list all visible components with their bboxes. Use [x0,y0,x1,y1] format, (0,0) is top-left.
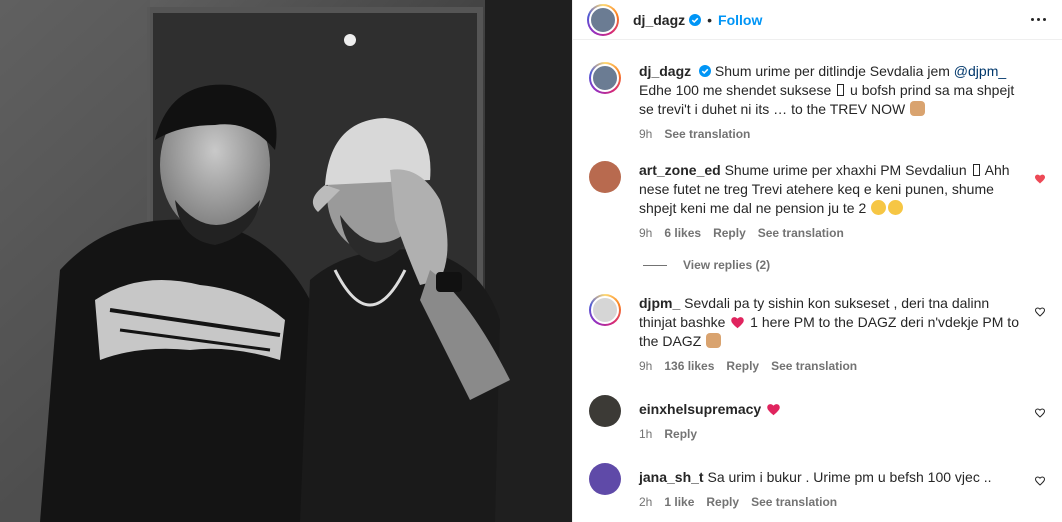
likes-count[interactable]: 6 likes [664,226,701,240]
comment-text: einxhelsupremacy [639,400,1024,419]
comment-item: art_zone_ed Shume urime per xhaxhi PM Se… [589,161,1046,240]
reply-button[interactable]: Reply [706,495,739,509]
comment-time[interactable]: 9h [639,226,652,240]
commenter-username[interactable]: djpm_ [639,295,680,311]
author-avatar[interactable] [587,3,619,36]
view-replies-line [643,264,667,266]
see-translation-link[interactable]: See translation [771,359,857,373]
reply-button[interactable]: Reply [664,427,697,441]
grinning-sweat-emoji [888,200,904,215]
comment-meta: 2h 1 like Reply See translation [639,495,1024,509]
comments-list: dj_dagz Shum urime per ditlindje Sevdali… [573,62,1062,509]
comment-meta: 9h 6 likes Reply See translation [639,226,1024,240]
separator-dot: • [707,11,713,28]
commenter-avatar[interactable] [589,294,621,326]
comment-text: art_zone_ed Shume urime per xhaxhi PM Se… [639,161,1024,218]
view-replies-button[interactable]: View replies (2) [643,258,1046,272]
heart-outline-icon[interactable] [1034,306,1046,318]
comment-text-part: Sa urim i bukur . Urime pm u befsh 100 v… [703,469,992,485]
post-photo[interactable] [0,0,572,522]
commenter-avatar[interactable] [589,161,621,193]
reply-button[interactable]: Reply [726,359,759,373]
likes-count[interactable]: 136 likes [664,359,714,373]
grinning-sweat-emoji [871,200,887,215]
red-heart-emoji [767,404,780,416]
missing-glyph [837,84,845,96]
comment-item: einxhelsupremacy 1h Reply [589,395,1046,441]
mention-link[interactable]: @djpm_ [954,63,1006,79]
praying-hands-emoji [910,101,926,116]
commenter-username[interactable]: art_zone_ed [639,162,721,178]
caption: dj_dagz Shum urime per ditlindje Sevdali… [589,62,1046,141]
heart-icon[interactable] [1034,173,1046,185]
post-header: dj_dagz • Follow [573,0,1062,40]
see-translation-link[interactable]: See translation [751,495,837,509]
likes-count[interactable]: 1 like [664,495,694,509]
caption-text: dj_dagz Shum urime per ditlindje Sevdali… [639,62,1024,119]
comment-item: djpm_ Sevdali pa ty sishin kon sukseset … [589,294,1046,373]
more-options-icon[interactable] [1031,18,1046,21]
heart-outline-icon[interactable] [1034,475,1046,487]
comment-meta: 9h 136 likes Reply See translation [639,359,1024,373]
author-username[interactable]: dj_dagz [633,12,685,28]
post-image [0,0,572,522]
post-side-panel: dj_dagz • Follow dj_dagz Shum urime per … [572,0,1062,522]
caption-text-part: Shum urime per ditlindje Sevdalia jem [711,63,954,79]
red-heart-emoji [731,317,745,329]
comment-time[interactable]: 9h [639,359,652,373]
commenter-username[interactable]: einxhelsupremacy [639,401,761,417]
verified-icon [699,65,712,77]
commenter-avatar[interactable] [589,395,621,427]
comment-item: jana_sh_t Sa urim i bukur . Urime pm u b… [589,463,1046,509]
caption-meta: 9h See translation [639,127,1024,141]
caption-time[interactable]: 9h [639,127,652,141]
reply-button[interactable]: Reply [713,226,746,240]
commenter-avatar[interactable] [589,463,621,495]
see-translation-link[interactable]: See translation [664,127,750,141]
praying-hands-emoji [706,333,722,348]
verified-icon [689,13,702,26]
caption-avatar[interactable] [589,62,621,94]
commenter-username[interactable]: jana_sh_t [639,469,704,485]
comment-text: djpm_ Sevdali pa ty sishin kon sukseset … [639,294,1024,351]
comment-time[interactable]: 1h [639,427,652,441]
see-translation-link[interactable]: See translation [758,226,844,240]
comment-text: jana_sh_t Sa urim i bukur . Urime pm u b… [639,468,1024,487]
caption-text-part: Edhe 100 me shendet suksese [639,82,836,98]
missing-glyph [972,164,980,176]
heart-outline-icon[interactable] [1034,407,1046,419]
follow-button[interactable]: Follow [718,12,762,28]
comment-meta: 1h Reply [639,427,1024,441]
comment-time[interactable]: 2h [639,495,652,509]
view-replies-label: View replies (2) [683,258,771,272]
comment-text-part: Shume urime per xhaxhi PM Sevdaliun [720,162,971,178]
caption-username[interactable]: dj_dagz [639,63,691,79]
